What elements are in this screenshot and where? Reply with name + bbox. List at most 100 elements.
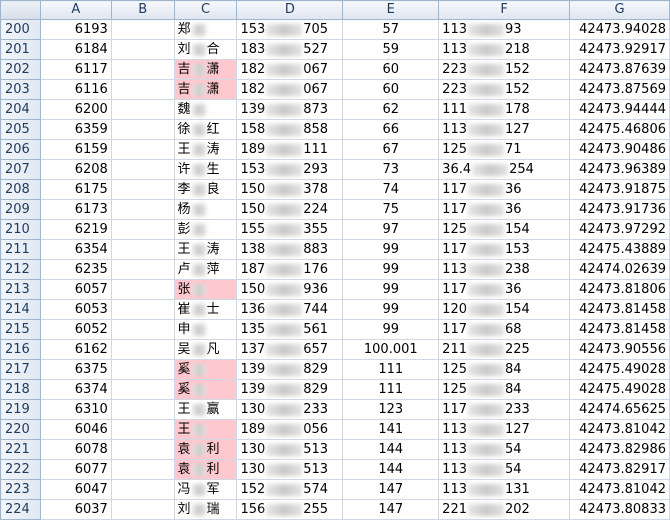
cell-g[interactable]: 42473.81042 <box>568 479 670 500</box>
row-header[interactable]: 211 <box>0 239 41 260</box>
cell-d[interactable]: 183 527 <box>236 39 344 60</box>
cell-d[interactable]: 150 936 <box>236 279 344 300</box>
cell-g[interactable]: 42473.97292 <box>568 219 670 240</box>
cell-c[interactable]: 李良 <box>173 179 238 200</box>
cell-a[interactable]: 6193 <box>39 19 112 40</box>
cell-c[interactable]: 吉潇 <box>173 79 238 100</box>
cell-c[interactable]: 申 <box>173 319 238 340</box>
cell-d[interactable]: 182 067 <box>236 59 344 80</box>
row-header[interactable]: 201 <box>0 39 41 60</box>
row-header[interactable]: 219 <box>0 399 41 420</box>
cell-b[interactable] <box>110 299 175 320</box>
cell-a[interactable]: 6162 <box>39 339 112 360</box>
cell-c[interactable]: 王涛 <box>173 239 238 260</box>
row-header[interactable]: 220 <box>0 419 41 440</box>
cell-g[interactable]: 42473.90556 <box>568 339 670 360</box>
cell-b[interactable] <box>110 139 175 160</box>
cell-f[interactable]: 113 238 <box>438 259 570 280</box>
cell-b[interactable] <box>110 399 175 420</box>
cell-g[interactable]: 42475.46806 <box>568 119 670 140</box>
cell-a[interactable]: 6052 <box>39 319 112 340</box>
row-header[interactable]: 223 <box>0 479 41 500</box>
cell-a[interactable]: 6354 <box>39 239 112 260</box>
cell-e[interactable]: 147 <box>342 499 440 520</box>
cell-d[interactable]: 187 176 <box>236 259 344 280</box>
cell-c[interactable]: 奚 <box>173 359 238 380</box>
cell-d[interactable]: 189 056 <box>236 419 344 440</box>
cell-e[interactable]: 60 <box>342 79 440 100</box>
cell-g[interactable]: 42473.87639 <box>568 59 670 80</box>
cell-a[interactable]: 6116 <box>39 79 112 100</box>
cell-d[interactable]: 150 224 <box>236 199 344 220</box>
cell-e[interactable]: 62 <box>342 99 440 120</box>
cell-a[interactable]: 6374 <box>39 379 112 400</box>
cell-b[interactable] <box>110 59 175 80</box>
cell-e[interactable]: 111 <box>342 359 440 380</box>
cell-f[interactable]: 113 131 <box>438 479 570 500</box>
row-header[interactable]: 210 <box>0 219 41 240</box>
cell-f[interactable]: 223 152 <box>438 79 570 100</box>
row-header[interactable]: 202 <box>0 59 41 80</box>
cell-d[interactable]: 130 233 <box>236 399 344 420</box>
cell-b[interactable] <box>110 119 175 140</box>
cell-f[interactable]: 113 127 <box>438 419 570 440</box>
cell-f[interactable]: 125 84 <box>438 359 570 380</box>
cell-d[interactable]: 153 705 <box>236 19 344 40</box>
cell-c[interactable]: 卢萍 <box>173 259 238 280</box>
cell-d[interactable]: 139 829 <box>236 359 344 380</box>
cell-e[interactable]: 99 <box>342 319 440 340</box>
row-header[interactable]: 222 <box>0 459 41 480</box>
cell-a[interactable]: 6047 <box>39 479 112 500</box>
cell-g[interactable]: 42473.80833 <box>568 499 670 520</box>
cell-e[interactable]: 67 <box>342 139 440 160</box>
row-header[interactable]: 209 <box>0 199 41 220</box>
cell-a[interactable]: 6175 <box>39 179 112 200</box>
row-header[interactable]: 200 <box>0 19 41 40</box>
column-header-e[interactable]: E <box>342 0 440 20</box>
cell-g[interactable]: 42473.82917 <box>568 459 670 480</box>
row-header[interactable]: 213 <box>0 279 41 300</box>
cell-b[interactable] <box>110 459 175 480</box>
cell-b[interactable] <box>110 359 175 380</box>
cell-c[interactable]: 王 <box>173 419 238 440</box>
cell-d[interactable]: 189 111 <box>236 139 344 160</box>
cell-b[interactable] <box>110 439 175 460</box>
cell-d[interactable]: 182 067 <box>236 79 344 100</box>
column-header-f[interactable]: F <box>438 0 570 20</box>
row-header[interactable]: 212 <box>0 259 41 280</box>
cell-f[interactable]: 117 153 <box>438 239 570 260</box>
cell-e[interactable]: 111 <box>342 379 440 400</box>
cell-d[interactable]: 158 858 <box>236 119 344 140</box>
cell-b[interactable] <box>110 319 175 340</box>
cell-e[interactable]: 147 <box>342 479 440 500</box>
cell-c[interactable]: 袁利 <box>173 459 238 480</box>
row-header[interactable]: 204 <box>0 99 41 120</box>
cell-d[interactable]: 130 513 <box>236 439 344 460</box>
cell-b[interactable] <box>110 279 175 300</box>
cell-e[interactable]: 144 <box>342 459 440 480</box>
cell-b[interactable] <box>110 479 175 500</box>
cell-a[interactable]: 6057 <box>39 279 112 300</box>
cell-c[interactable]: 袁利 <box>173 439 238 460</box>
cell-g[interactable]: 42473.81806 <box>568 279 670 300</box>
cell-a[interactable]: 6200 <box>39 99 112 120</box>
cell-a[interactable]: 6375 <box>39 359 112 380</box>
cell-a[interactable]: 6117 <box>39 59 112 80</box>
cell-b[interactable] <box>110 259 175 280</box>
cell-e[interactable]: 60 <box>342 59 440 80</box>
cell-f[interactable]: 113 127 <box>438 119 570 140</box>
cell-c[interactable]: 奚 <box>173 379 238 400</box>
column-header-c[interactable]: C <box>173 0 238 20</box>
cell-a[interactable]: 6173 <box>39 199 112 220</box>
cell-b[interactable] <box>110 339 175 360</box>
cell-d[interactable]: 137 657 <box>236 339 344 360</box>
cell-d[interactable]: 150 378 <box>236 179 344 200</box>
cell-a[interactable]: 6046 <box>39 419 112 440</box>
cell-c[interactable]: 彭 <box>173 219 238 240</box>
row-header[interactable]: 218 <box>0 379 41 400</box>
cell-g[interactable]: 42473.87569 <box>568 79 670 100</box>
cell-a[interactable]: 6053 <box>39 299 112 320</box>
cell-b[interactable] <box>110 179 175 200</box>
cell-a[interactable]: 6310 <box>39 399 112 420</box>
cell-c[interactable]: 魏 <box>173 99 238 120</box>
